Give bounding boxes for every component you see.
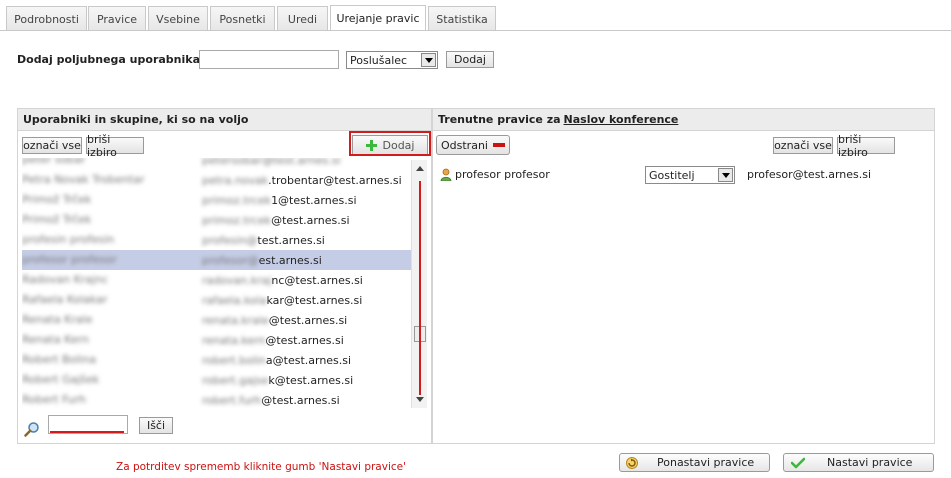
list-item[interactable]: Primož Trček primoz.trcek1@test.arnes.si	[22, 190, 411, 210]
clear-selection-current-button[interactable]: briši izbiro	[837, 133, 895, 159]
current-rights-prefix: Trenutne pravice za	[438, 113, 561, 126]
search-icon	[24, 422, 39, 437]
list-item[interactable]: Robert Bolina robert.bolina@test.arnes.s…	[22, 350, 411, 370]
current-rights-title: Trenutne pravice za Naslov konference	[433, 109, 934, 131]
role-select-value: Poslušalec	[350, 53, 408, 67]
list-item[interactable]: Renata Krale renata.krale@test.arnes.si	[22, 310, 411, 330]
select-all-current-button[interactable]: označi vse	[773, 137, 833, 154]
check-icon	[791, 457, 805, 468]
add-user-button[interactable]: Dodaj	[446, 51, 494, 68]
apply-rights-button[interactable]: Nastavi pravice	[783, 453, 934, 472]
list-item[interactable]: Rafaela Kolakar rafaela.kolakar@test.arn…	[22, 290, 411, 310]
select-all-available-button[interactable]: označi vse	[22, 137, 82, 154]
available-users-list[interactable]: peter sobar petersobar@test.arnes.si Pet…	[22, 158, 411, 408]
apply-rights-label: Nastavi pravice	[827, 456, 913, 469]
remove-rights-label: Odstrani	[441, 138, 488, 152]
tab-statistika[interactable]: Statistika	[428, 6, 496, 31]
highlight-line-horizontal	[50, 431, 124, 433]
available-users-title: Uporabniki in skupine, ki so na voljo	[18, 109, 431, 131]
highlight-line-vertical	[419, 181, 421, 395]
list-item[interactable]: Petra Novak Trobentar petra.novak.troben…	[22, 170, 411, 190]
chevron-down-icon[interactable]	[421, 53, 436, 67]
confirm-note: Za potrditev sprememb kliknite gumb 'Nas…	[116, 461, 406, 473]
current-role-select[interactable]: Gostitelj	[645, 166, 735, 184]
list-item[interactable]: peter sobar petersobar@test.arnes.si	[22, 158, 411, 170]
list-item[interactable]: Robert Furh robert.furh@test.arnes.si	[22, 390, 411, 408]
list-item-selected[interactable]: profesor profesor profesor@est.arnes.si	[22, 250, 411, 270]
tab-urejanje-pravic[interactable]: Urejanje pravic	[330, 5, 426, 31]
tab-divider	[0, 30, 951, 31]
list-item[interactable]: Radovan Krajnc radovan.krajnc@test.arnes…	[22, 270, 411, 290]
reset-rights-button[interactable]: Ponastavi pravice	[619, 453, 770, 472]
tab-uredi[interactable]: Uredi	[277, 6, 328, 31]
chevron-down-icon[interactable]	[718, 168, 733, 182]
list-item[interactable]: Robert Gajšek robert.gajsek@test.arnes.s…	[22, 370, 411, 390]
current-user-email: profesor@test.arnes.si	[747, 168, 872, 181]
add-user-label: Dodaj poljubnega uporabnika:	[17, 53, 205, 66]
list-item[interactable]: Renata Kern renata.kern@test.arnes.si	[22, 330, 411, 350]
highlight-box	[349, 131, 431, 156]
tab-bar: Podrobnosti Pravice Vsebine Posnetki Ure…	[0, 0, 951, 31]
tab-pravice[interactable]: Pravice	[88, 6, 146, 31]
user-icon	[440, 168, 452, 181]
list-item[interactable]: profesin profesin profesin@test.arnes.si	[22, 230, 411, 250]
clear-selection-available-button[interactable]: briši izbiro	[86, 133, 144, 159]
current-role-value: Gostitelj	[649, 168, 695, 182]
scroll-down-icon[interactable]	[416, 397, 424, 402]
tab-podrobnosti[interactable]: Podrobnosti	[6, 6, 87, 31]
role-select[interactable]: Poslušalec	[346, 51, 438, 69]
minus-icon	[492, 143, 505, 147]
current-user-name: profesor profesor	[455, 168, 550, 181]
conference-name-link[interactable]: Naslov konference	[564, 113, 679, 126]
tab-vsebine[interactable]: Vsebine	[148, 6, 208, 31]
reset-icon	[626, 456, 638, 469]
remove-rights-button[interactable]: Odstrani	[436, 135, 510, 155]
scroll-up-icon[interactable]	[416, 166, 424, 171]
reset-rights-label: Ponastavi pravice	[657, 456, 755, 469]
add-user-input[interactable]	[199, 50, 339, 69]
tab-posnetki[interactable]: Posnetki	[210, 6, 275, 31]
search-button[interactable]: Išči	[139, 417, 173, 434]
list-item[interactable]: Primož Trček primoz.trcek@test.arnes.si	[22, 210, 411, 230]
